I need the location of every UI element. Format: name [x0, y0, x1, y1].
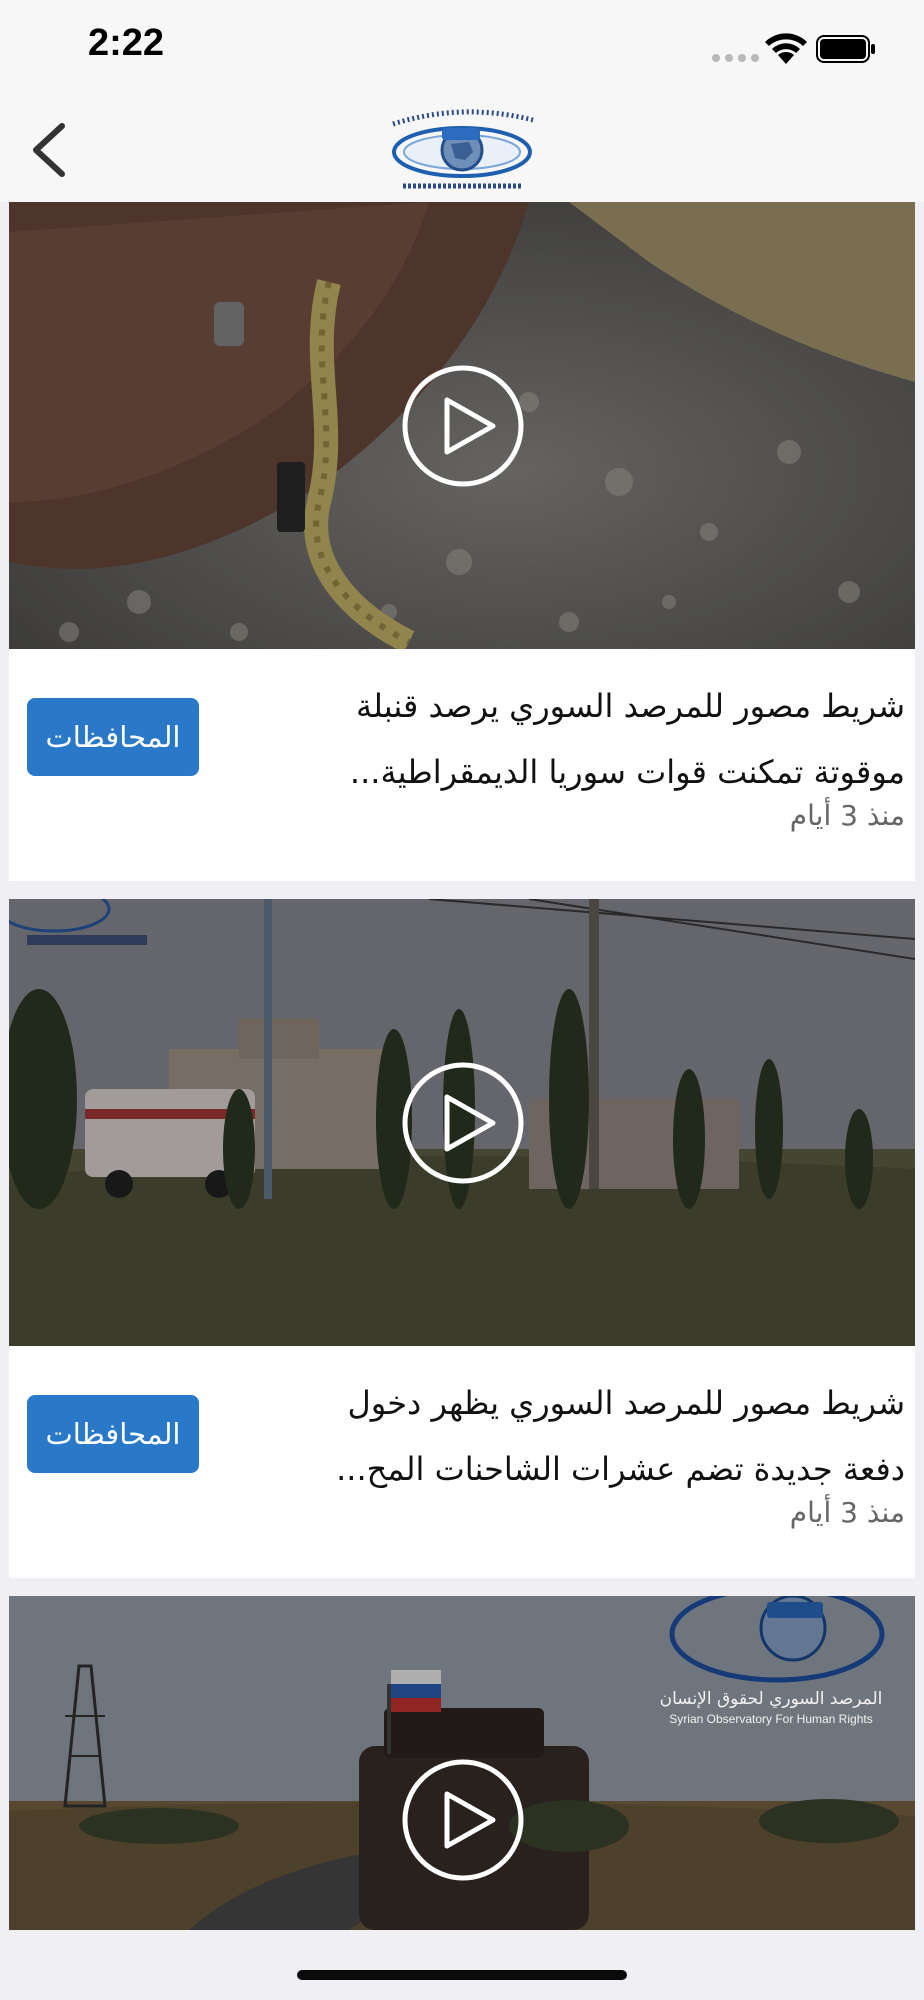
watermark-arabic: المرصد السوري لحقوق الإنسان	[659, 1689, 883, 1709]
video-title[interactable]: شريط مصور للمرصد السوري يرصد قنبلة موقوت…	[215, 673, 905, 805]
play-icon[interactable]	[401, 1758, 525, 1882]
watermark-text: المرصد السوري لحقوق الإنسان Syrian Obser…	[641, 1688, 901, 1728]
home-indicator[interactable]	[297, 1970, 627, 1980]
navigation-bar	[0, 100, 924, 202]
status-time: 2:22	[88, 22, 165, 64]
video-card[interactable]: المرصد السوري لحقوق الإنسان Syrian Obser…	[9, 1596, 915, 1930]
video-thumbnail[interactable]	[9, 202, 915, 649]
battery-icon	[816, 35, 875, 63]
category-tag-button[interactable]: المحافظات	[27, 1395, 199, 1473]
video-card[interactable]: شريط مصور للمرصد السوري يرصد قنبلة موقوت…	[9, 202, 915, 881]
video-title-line: دفعة جديدة تضم عشرات الشاحنات المح...	[336, 1450, 905, 1488]
video-thumbnail[interactable]: المرصد السوري لحقوق الإنسان Syrian Obser…	[9, 1596, 915, 1930]
category-tag-button[interactable]: المحافظات	[27, 698, 199, 776]
video-date: منذ 3 أيام	[789, 799, 905, 832]
sohr-logo	[392, 109, 534, 189]
video-thumbnail[interactable]	[9, 899, 915, 1346]
app-screen: { "status_bar": { "time": "2:22" }, "nav…	[0, 0, 924, 2000]
cellular-signal-icon	[712, 54, 759, 62]
back-chevron-icon[interactable]	[22, 118, 86, 182]
play-icon[interactable]	[401, 364, 525, 488]
wifi-icon	[765, 33, 807, 64]
play-icon[interactable]	[401, 1061, 525, 1185]
video-title[interactable]: شريط مصور للمرصد السوري يظهر دخول دفعة ج…	[215, 1370, 905, 1502]
card-body: شريط مصور للمرصد السوري يظهر دخول دفعة ج…	[9, 1346, 915, 1578]
video-feed[interactable]: شريط مصور للمرصد السوري يرصد قنبلة موقوت…	[9, 202, 915, 1948]
video-title-line: شريط مصور للمرصد السوري يرصد قنبلة	[355, 687, 905, 725]
status-bar: 2:22	[0, 0, 924, 100]
video-date: منذ 3 أيام	[789, 1496, 905, 1529]
video-card[interactable]: شريط مصور للمرصد السوري يظهر دخول دفعة ج…	[9, 899, 915, 1578]
video-title-line: موقوتة تمكنت قوات سوريا الديمقراطية...	[349, 753, 905, 791]
video-title-line: شريط مصور للمرصد السوري يظهر دخول	[347, 1384, 905, 1422]
watermark-english: Syrian Observatory For Human Rights	[669, 1712, 873, 1726]
card-body: شريط مصور للمرصد السوري يرصد قنبلة موقوت…	[9, 649, 915, 881]
